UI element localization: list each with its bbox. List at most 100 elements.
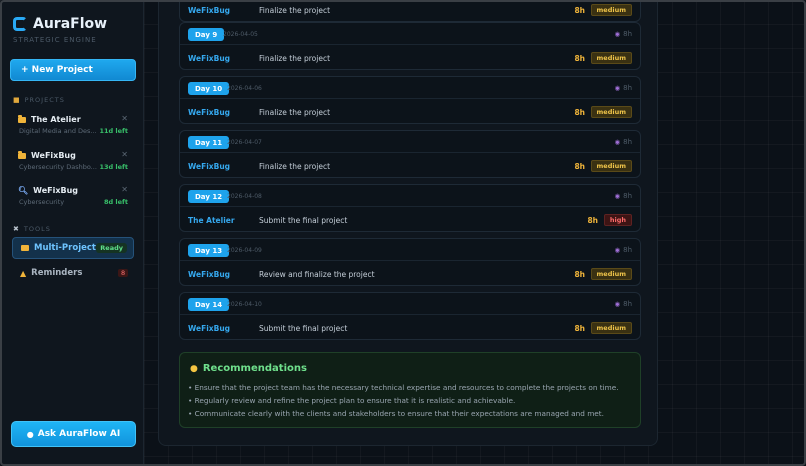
- search-icon: 🔍︎: [18, 186, 29, 195]
- tool-reminders[interactable]: ▲ Reminders: [20, 268, 82, 278]
- day-pill: Day 12: [188, 190, 230, 203]
- project-title-row: 🔍︎ WeFixBug: [18, 186, 78, 195]
- day-pill: Day 9: [188, 28, 225, 41]
- task-hours: 8h: [574, 162, 585, 171]
- lightbulb-icon: ●: [190, 363, 198, 374]
- project-name: WeFixBug: [33, 186, 79, 195]
- projects-section-label: ■ PROJECTS: [13, 96, 65, 104]
- app-name: AuraFlow: [33, 16, 108, 32]
- close-icon[interactable]: ✕: [121, 114, 128, 123]
- priority-badge: high: [603, 214, 632, 226]
- task-row[interactable]: WeFixBug Review and finalize the project…: [180, 262, 640, 286]
- recommendation-item: • Ensure that the project team has the n…: [188, 383, 619, 392]
- day-hours-value: 8h: [623, 300, 632, 308]
- project-name: The Atelier: [31, 115, 81, 124]
- task-hours: 8h: [574, 108, 585, 117]
- day-card: Day 13 2026-04-09 ◉ 8h WeFixBug Review an…: [179, 238, 641, 286]
- task-project[interactable]: WeFixBug: [188, 54, 230, 63]
- task-project[interactable]: WeFixBug: [188, 108, 230, 117]
- clock-icon: ◉: [614, 84, 621, 92]
- day-card: Day 10 2026-04-06 ◉ 8h WeFixBug Finalize …: [179, 76, 641, 124]
- app-subtitle: STRATEGIC ENGINE: [13, 36, 97, 44]
- priority-badge: medium: [590, 4, 632, 16]
- projects-label: PROJECTS: [24, 96, 65, 104]
- tool-multi-project[interactable]: Multi-Project Ready: [12, 237, 134, 259]
- priority-badge: medium: [590, 106, 632, 118]
- day-hours: ◉ 8h: [614, 84, 632, 92]
- clock-icon: ◉: [614, 30, 621, 38]
- day-hours: ◉ 8h: [614, 138, 632, 146]
- task-hours: 8h: [574, 324, 585, 333]
- day-card: Day 12 2026-04-08 ◉ 8h The Atelier Submit…: [179, 184, 641, 232]
- close-icon[interactable]: ✕: [121, 150, 128, 159]
- task-project[interactable]: The Atelier: [188, 216, 235, 225]
- day-pill: Day 14: [188, 298, 230, 311]
- recommendations-title: ● Recommendations: [190, 363, 307, 374]
- sidebar: AuraFlow STRATEGIC ENGINE + New Project …: [2, 2, 144, 464]
- task-row[interactable]: WeFixBug Finalize the project 8h medium: [180, 0, 640, 22]
- task-project[interactable]: WeFixBug: [188, 324, 230, 333]
- task-name: Finalize the project: [259, 6, 331, 15]
- tools-label: TOOLS: [23, 225, 51, 233]
- ask-ai-label: Ask AuraFlow AI: [37, 429, 121, 439]
- project-days-left: 13d left: [99, 163, 128, 171]
- day-date: 2026-04-08: [227, 193, 262, 200]
- folder-icon: [18, 114, 26, 123]
- recommendation-item: • Communicate clearly with the clients a…: [188, 409, 604, 418]
- task-project[interactable]: WeFixBug: [188, 162, 230, 171]
- task-name: Finalize the project: [259, 162, 331, 171]
- day-hours-value: 8h: [623, 30, 632, 38]
- recommendations-list: • Ensure that the project team has the n…: [188, 381, 619, 420]
- day-card: Day 11 2026-04-07 ◉ 8h WeFixBug Finalize …: [179, 130, 641, 178]
- project-desc: Cybersecurity: [19, 198, 65, 206]
- day-hours-value: 8h: [623, 192, 632, 200]
- task-row[interactable]: WeFixBug Finalize the project 8h medium: [180, 46, 640, 70]
- task-hours: 8h: [574, 54, 585, 63]
- task-project[interactable]: WeFixBug: [188, 270, 230, 279]
- task-name: Finalize the project: [259, 108, 331, 117]
- folder-icon: [18, 150, 26, 159]
- day-hours-value: 8h: [623, 246, 632, 254]
- day-pill: Day 11: [188, 136, 230, 149]
- day-card: Day 14 2026-04-10 ◉ 8h WeFixBug Submit th…: [179, 292, 641, 340]
- day-hours-value: 8h: [623, 84, 632, 92]
- task-row[interactable]: WeFixBug Submit the final project 8h med…: [180, 316, 640, 340]
- clock-icon: ◉: [614, 246, 621, 254]
- logo-icon: [13, 17, 27, 31]
- task-hours: 8h: [574, 6, 585, 15]
- day-date: 2026-04-07: [227, 139, 262, 146]
- project-item[interactable]: WeFixBug ✕ Cybersecurity Dashbo... 13d l…: [10, 150, 136, 181]
- priority-badge: medium: [590, 322, 632, 334]
- ask-ai-button[interactable]: ● Ask AuraFlow AI: [11, 421, 136, 447]
- day-date: 2026-04-10: [227, 301, 262, 308]
- day-pill: Day 10: [188, 82, 230, 95]
- schedule-panel: WeFixBug Finalize the project 8h medium …: [158, 0, 658, 446]
- task-name: Submit the final project: [259, 324, 348, 333]
- priority-badge: medium: [590, 160, 632, 172]
- project-name: WeFixBug: [31, 151, 76, 160]
- project-item[interactable]: The Atelier ✕ Digital Media and Des... 1…: [10, 114, 136, 145]
- clock-icon: ◉: [614, 300, 621, 308]
- task-row[interactable]: The Atelier Submit the final project 8h …: [180, 208, 640, 232]
- new-project-button[interactable]: + New Project: [10, 59, 136, 81]
- priority-badge: medium: [590, 268, 632, 280]
- close-icon[interactable]: ✕: [121, 185, 128, 194]
- project-desc: Cybersecurity Dashbo...: [19, 163, 97, 171]
- project-item[interactable]: 🔍︎ WeFixBug ✕ Cybersecurity 8d left: [10, 185, 136, 216]
- task-project[interactable]: WeFixBug: [188, 6, 230, 15]
- day-header: Day 14 2026-04-10 ◉ 8h: [180, 293, 640, 315]
- recommendations-heading: Recommendations: [202, 363, 307, 374]
- task-name: Finalize the project: [259, 54, 331, 63]
- tools-icon: ✖: [13, 225, 20, 233]
- task-row[interactable]: WeFixBug Finalize the project 8h medium: [180, 154, 640, 178]
- project-days-left: 8d left: [103, 198, 128, 206]
- day-header: Day 9 2026-04-05 ◉ 8h: [180, 23, 640, 45]
- tools-section-label: ✖ TOOLS: [13, 225, 51, 233]
- task-hours: 8h: [587, 216, 598, 225]
- day-card: Day 9 2026-04-05 ◉ 8h WeFixBug Finalize t…: [179, 22, 641, 70]
- day-hours: ◉ 8h: [614, 30, 632, 38]
- day-header: Day 12 2026-04-08 ◉ 8h: [180, 185, 640, 207]
- brand: AuraFlow: [13, 16, 107, 32]
- task-row[interactable]: WeFixBug Finalize the project 8h medium: [180, 100, 640, 124]
- folder-icon: [21, 245, 29, 251]
